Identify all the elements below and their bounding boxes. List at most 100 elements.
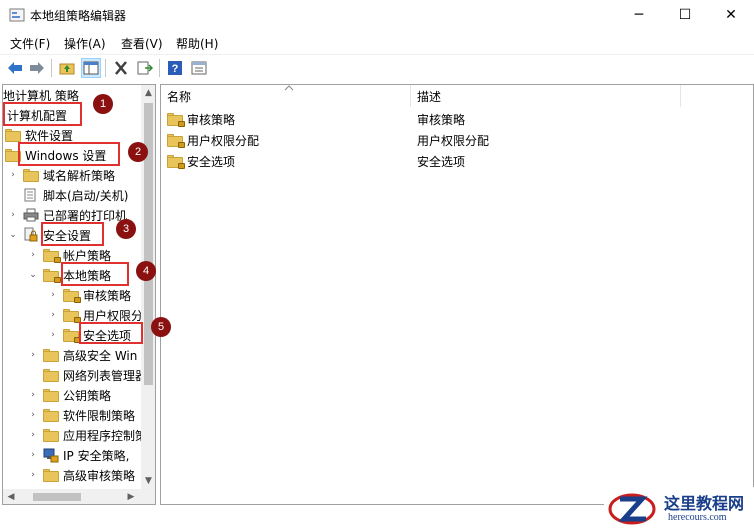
scroll-left-icon[interactable]: ◀ (3, 489, 19, 504)
delete-icon (115, 61, 127, 75)
menu-view[interactable]: 查看(V) (121, 35, 163, 52)
folder-icon (43, 428, 59, 442)
title-bar: 本地组策略编辑器 ─ ☐ ✕ (0, 0, 754, 30)
expand-icon[interactable]: › (27, 409, 39, 421)
menu-help[interactable]: 帮助(H) (176, 35, 218, 52)
group-policy-app-icon (9, 8, 25, 22)
tree-item-label: 已部署的打印机 (43, 208, 128, 223)
script-icon (24, 188, 36, 202)
tree-item-audit-policy[interactable]: › 审核策略 (47, 285, 131, 305)
step-badge: 5 (151, 317, 171, 337)
maximize-icon: ☐ (678, 7, 692, 23)
expand-icon[interactable]: › (47, 309, 59, 321)
menu-bar: 文件(F) 操作(A) 查看(V) 帮助(H) (0, 31, 754, 53)
minimize-button[interactable]: ─ (616, 0, 662, 30)
list-item[interactable]: 用户权限分配 (167, 130, 259, 150)
list-item-name: 安全选项 (187, 154, 236, 169)
tree-item-label: 帐户策略 (63, 248, 112, 263)
watermark-url: herecours.com (668, 512, 727, 523)
expand-icon[interactable]: › (27, 429, 39, 441)
tree-item-advanced-audit[interactable]: › 高级审核策略 (27, 465, 135, 485)
forward-button[interactable] (27, 58, 47, 78)
collapse-icon[interactable]: ⌄ (7, 229, 19, 241)
toolbar: ? (0, 54, 754, 80)
expand-icon[interactable]: › (7, 169, 19, 181)
tree-item-app-control[interactable]: › 应用程序控制策 (27, 425, 147, 445)
tree-item-label: 用户权限分 (83, 308, 144, 323)
list-item[interactable]: 安全选项 (167, 151, 235, 171)
tree-item-public-key[interactable]: › 公钥策略 (27, 385, 111, 405)
folder-icon (43, 348, 59, 362)
lock-folder-icon (43, 248, 61, 263)
collapse-icon[interactable]: ⌄ (27, 269, 39, 281)
watermark-title: 这里教程网 (664, 494, 745, 513)
menu-file[interactable]: 文件(F) (10, 35, 50, 52)
expand-icon[interactable]: › (27, 349, 39, 361)
tree-horizontal-scrollbar[interactable]: ◀ ▶ (3, 489, 155, 504)
tree-item-label: 脚本(启动/关机) (43, 188, 129, 203)
expand-icon[interactable]: › (27, 469, 39, 481)
list-item-description: 用户权限分配 (417, 130, 489, 150)
scroll-thumb[interactable] (33, 493, 81, 501)
expand-icon[interactable]: › (7, 209, 19, 221)
tree-item-name-resolution[interactable]: › 域名解析策略 (7, 165, 115, 185)
lock-folder-icon (167, 154, 185, 169)
list-item-description: 审核策略 (417, 109, 465, 129)
list-item[interactable]: 审核策略 (167, 109, 235, 129)
delete-button[interactable] (111, 58, 131, 78)
back-icon (8, 62, 22, 74)
help-button[interactable]: ? (165, 58, 185, 78)
tree-item-label: 应用程序控制策 (63, 428, 148, 443)
list-item-name: 用户权限分配 (187, 133, 260, 148)
expand-icon[interactable]: › (27, 249, 39, 261)
sort-arrow-icon (284, 85, 294, 91)
callout-box (41, 222, 104, 246)
site-logo-icon (608, 493, 656, 525)
tree-item-label: 审核策略 (83, 288, 132, 303)
show-hide-tree-icon (83, 61, 99, 75)
callout-box (61, 262, 129, 286)
close-button[interactable]: ✕ (708, 0, 754, 30)
tree-item-scripts[interactable]: 脚本(启动/关机) (23, 185, 128, 205)
folder-icon (43, 388, 59, 402)
step-badge: 1 (93, 94, 113, 114)
scroll-right-icon[interactable]: ▶ (123, 489, 139, 504)
details-pane[interactable]: 名称 描述 审核策略 审核策略 用户权限分配 用户权限分配 安全选项 安全选项 (160, 84, 754, 505)
folder-icon (43, 468, 59, 482)
maximize-button[interactable]: ☐ (662, 0, 708, 30)
printer-icon (23, 208, 39, 222)
expand-icon[interactable]: › (27, 449, 39, 461)
tree-item-label: 高级安全 Win (63, 348, 138, 363)
tree-item-ip-security[interactable]: › IP 安全策略, (27, 445, 129, 465)
back-button[interactable] (5, 58, 25, 78)
tree-item-label: 域名解析策略 (43, 168, 116, 183)
ip-security-icon (43, 448, 59, 463)
column-header-label: 名称 (167, 89, 192, 104)
scroll-down-icon[interactable]: ▼ (141, 473, 155, 489)
up-folder-icon (59, 63, 75, 75)
close-icon: ✕ (725, 7, 737, 23)
properties-button[interactable] (189, 58, 209, 78)
list-item-name: 审核策略 (187, 112, 236, 127)
window-title: 本地组策略编辑器 (30, 9, 127, 23)
tree-item-advanced-firewall[interactable]: › 高级安全 Win (27, 345, 137, 365)
lock-folder-icon (63, 308, 81, 323)
folder-icon (43, 408, 59, 422)
expand-icon[interactable]: › (27, 389, 39, 401)
folder-icon (5, 128, 21, 142)
tree-item-software-restriction[interactable]: › 软件限制策略 (27, 405, 135, 425)
tree-item-label: 公钥策略 (63, 388, 112, 403)
menu-action[interactable]: 操作(A) (64, 35, 106, 52)
column-header-description[interactable]: 描述 (411, 85, 681, 107)
expand-icon[interactable]: › (47, 329, 59, 341)
tree-item-label: 高级审核策略 (63, 468, 136, 483)
show-hide-tree-button[interactable] (81, 58, 101, 78)
tree-item-network-list[interactable]: 网络列表管理器 (43, 365, 147, 385)
tree-item-label: IP 安全策略, (63, 448, 130, 463)
step-badge: 4 (136, 261, 156, 281)
up-folder-button[interactable] (57, 58, 77, 78)
expand-icon[interactable]: › (47, 289, 59, 301)
scroll-up-icon[interactable]: ▲ (141, 85, 155, 101)
watermark: 这里教程网 herecours.com (604, 487, 754, 530)
export-list-button[interactable] (135, 58, 155, 78)
